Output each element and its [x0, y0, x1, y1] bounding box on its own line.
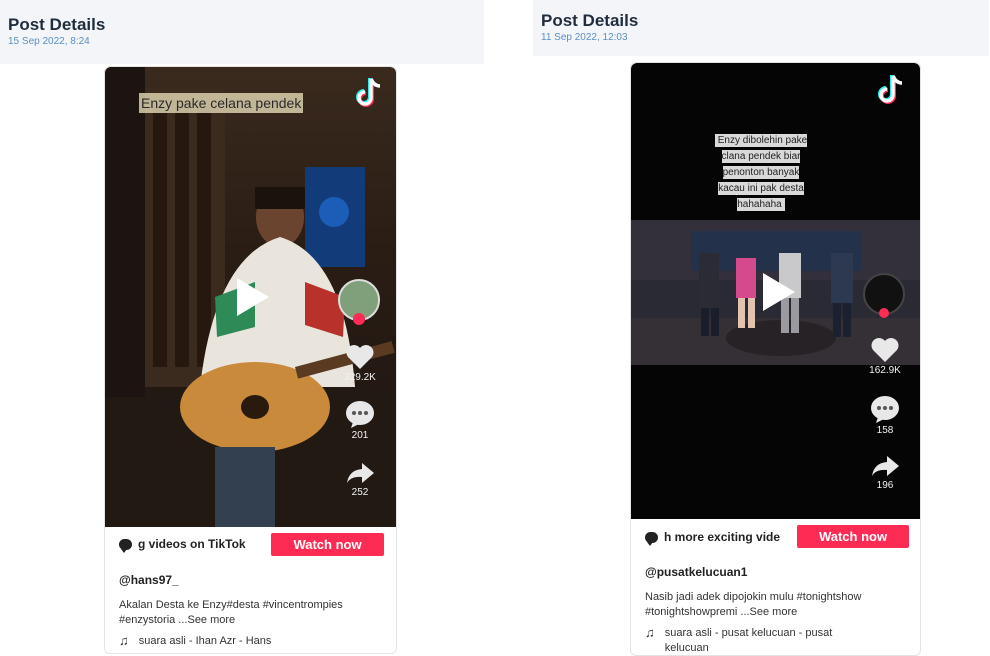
- left-video-player[interactable]: Enzy pake celana pendek 329.2K 201 252: [105, 67, 396, 527]
- music-note-icon: ♫: [645, 625, 655, 640]
- left-post-panel: Post Details 15 Sep 2022, 8:24: [0, 0, 485, 64]
- left-username[interactable]: @hans97_: [119, 573, 384, 587]
- right-music-row[interactable]: ♫ suara asli - pusat kelucuan - pusat ke…: [645, 625, 913, 655]
- left-video-caption: Enzy pake celana pendek: [139, 93, 304, 113]
- left-post-meta: @hans97_ Akalan Desta ke Enzy#desta #vin…: [119, 573, 384, 649]
- right-promo-bar: h more exciting vide: [645, 530, 794, 546]
- comment-icon: [346, 401, 374, 428]
- comment-icon: [871, 396, 899, 423]
- left-music-row[interactable]: ♫ suara asli - Ihan Azr - Hans: [119, 634, 384, 649]
- right-avatar[interactable]: [863, 273, 905, 318]
- right-share-count: 196: [876, 480, 894, 491]
- left-comment-button[interactable]: 201: [343, 400, 377, 441]
- left-description: Akalan Desta ke Enzy#desta #vincentrompi…: [119, 599, 343, 626]
- left-music-title: suara asli - Ihan Azr - Hans: [138, 635, 272, 647]
- play-icon[interactable]: [763, 273, 795, 311]
- right-post-meta: @pusatkelucuan1 Nasib jadi adek dipojoki…: [645, 565, 913, 655]
- right-like-count: 162.9K: [869, 365, 901, 376]
- left-avatar[interactable]: [338, 279, 380, 325]
- left-watch-now-button[interactable]: Watch now: [271, 533, 384, 556]
- right-promo-text: h more exciting vide: [664, 530, 781, 544]
- left-like-count: 329.2K: [344, 372, 376, 383]
- left-post-date: 15 Sep 2022, 8:24: [8, 36, 90, 47]
- right-post-date: 11 Sep 2022, 12:03: [541, 32, 628, 43]
- right-video-caption: Enzy dibolehin pake clana pendek biar pe…: [711, 133, 811, 213]
- tiktok-logo-icon: [878, 75, 903, 104]
- left-panel-header: Post Details 15 Sep 2022, 8:24: [0, 0, 484, 64]
- music-note-icon: ♫: [119, 633, 129, 648]
- play-icon[interactable]: [237, 278, 269, 316]
- right-music-title: suara asli - pusat kelucuan - pusat kelu…: [664, 627, 833, 654]
- left-promo-bar: g videos on TikTok: [119, 537, 263, 553]
- share-icon: [347, 463, 374, 483]
- right-tiktok-embed: Enzy dibolehin pake clana pendek biar pe…: [630, 62, 921, 656]
- left-like-button[interactable]: 329.2K: [343, 343, 377, 383]
- share-icon: [872, 456, 899, 476]
- left-page-title: Post Details: [8, 15, 106, 34]
- left-comment-count: 201: [351, 430, 369, 441]
- right-like-button[interactable]: 162.9K: [868, 336, 902, 376]
- left-share-button[interactable]: 252: [343, 461, 377, 498]
- right-share-button[interactable]: 196: [868, 454, 902, 491]
- left-tiktok-embed: Enzy pake celana pendek 329.2K 201 252 g…: [104, 66, 397, 654]
- right-description: Nasib jadi adek dipojokin mulu #tonights…: [645, 591, 862, 618]
- tiktok-logo-icon: [356, 78, 381, 107]
- heart-icon: [871, 338, 899, 362]
- chat-bubble-icon: [119, 538, 132, 553]
- right-caption-text: Enzy dibolehin pake clana pendek biar pe…: [714, 134, 808, 211]
- right-video-player[interactable]: Enzy dibolehin pake clana pendek biar pe…: [631, 63, 920, 519]
- right-comment-button[interactable]: 158: [868, 395, 902, 436]
- left-share-count: 252: [351, 487, 369, 498]
- right-watch-now-button[interactable]: Watch now: [797, 525, 909, 548]
- left-promo-text: g videos on TikTok: [138, 537, 246, 551]
- right-post-panel: Post Details 11 Sep 2022, 12:03: [533, 0, 990, 56]
- right-page-title: Post Details: [541, 11, 639, 30]
- right-panel-header: Post Details 11 Sep 2022, 12:03: [533, 0, 989, 56]
- heart-icon: [346, 345, 374, 369]
- chat-bubble-icon: [645, 531, 658, 546]
- right-username[interactable]: @pusatkelucuan1: [645, 565, 913, 579]
- right-comment-count: 158: [876, 425, 894, 436]
